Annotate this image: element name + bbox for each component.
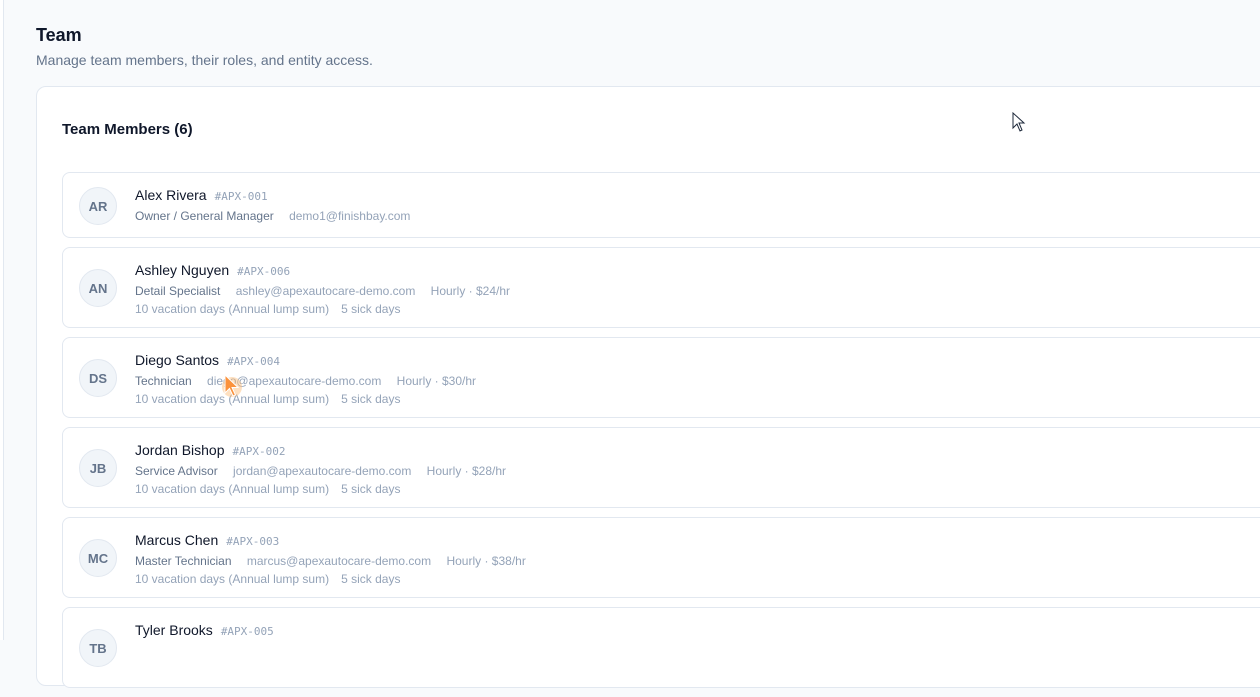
member-row[interactable]: TB Tyler Brooks #APX-005 bbox=[62, 607, 1260, 688]
member-pay: Hourly · $30/hr bbox=[396, 374, 477, 388]
member-row[interactable]: JB Jordan Bishop #APX-002 Service Adviso… bbox=[62, 427, 1260, 508]
member-name: Marcus Chen bbox=[135, 532, 219, 548]
member-role: Technician bbox=[135, 374, 192, 388]
member-name: Jordan Bishop bbox=[135, 442, 225, 458]
member-role: Service Advisor bbox=[135, 464, 218, 478]
member-list: AR Alex Rivera #APX-001 Owner / General … bbox=[62, 172, 1260, 697]
avatar: TB bbox=[79, 629, 117, 667]
member-role: Detail Specialist bbox=[135, 284, 221, 298]
avatar: AR bbox=[79, 187, 117, 225]
member-pay: Hourly · $28/hr bbox=[426, 464, 507, 478]
member-row[interactable]: AN Ashley Nguyen #APX-006 Detail Special… bbox=[62, 247, 1260, 328]
member-code: #APX-002 bbox=[232, 445, 286, 458]
member-sick: 5 sick days bbox=[341, 572, 401, 586]
member-email: marcus@apexautocare-demo.com bbox=[246, 554, 432, 568]
member-code: #APX-004 bbox=[227, 355, 281, 368]
member-pay: Hourly · $24/hr bbox=[430, 284, 511, 298]
highlighted-pointer-icon bbox=[222, 373, 242, 397]
member-row[interactable]: MC Marcus Chen #APX-003 Master Technicia… bbox=[62, 517, 1260, 598]
avatar: AN bbox=[79, 269, 117, 307]
avatar: MC bbox=[79, 539, 117, 577]
member-code: #APX-003 bbox=[226, 535, 280, 548]
member-sick: 5 sick days bbox=[341, 482, 401, 496]
avatar: DS bbox=[79, 359, 117, 397]
team-members-card: Team Members (6) AR Alex Rivera #APX-001… bbox=[36, 86, 1260, 688]
member-name: Ashley Nguyen bbox=[135, 262, 230, 278]
avatar: JB bbox=[79, 449, 117, 487]
member-code: #APX-001 bbox=[214, 190, 268, 203]
member-role: Owner / General Manager bbox=[135, 209, 274, 223]
page-subtitle: Manage team members, their roles, and en… bbox=[36, 52, 373, 68]
member-name: Diego Santos bbox=[135, 352, 220, 368]
member-vacation: 10 vacation days (Annual lump sum) bbox=[135, 572, 330, 586]
member-name: Alex Rivera bbox=[135, 187, 207, 203]
member-name: Tyler Brooks bbox=[135, 622, 213, 638]
member-pay: Hourly · $38/hr bbox=[446, 554, 526, 568]
member-sick: 5 sick days bbox=[341, 302, 401, 316]
member-vacation: 10 vacation days (Annual lump sum) bbox=[135, 302, 330, 316]
member-email: demo1@finishbay.com bbox=[289, 209, 411, 223]
member-code: #APX-006 bbox=[237, 265, 291, 278]
member-sick: 5 sick days bbox=[341, 392, 401, 406]
page-title: Team bbox=[36, 25, 82, 45]
mouse-pointer-icon bbox=[1012, 112, 1026, 132]
member-role: Master Technician bbox=[135, 554, 232, 568]
member-row[interactable]: AR Alex Rivera #APX-001 Owner / General … bbox=[62, 172, 1260, 238]
member-vacation: 10 vacation days (Annual lump sum) bbox=[135, 482, 330, 496]
left-rail bbox=[0, 0, 4, 640]
member-email: jordan@apexautocare-demo.com bbox=[233, 464, 412, 478]
card-title: Team Members (6) bbox=[62, 121, 193, 138]
member-code: #APX-005 bbox=[220, 625, 274, 638]
member-email: ashley@apexautocare-demo.com bbox=[235, 284, 416, 298]
